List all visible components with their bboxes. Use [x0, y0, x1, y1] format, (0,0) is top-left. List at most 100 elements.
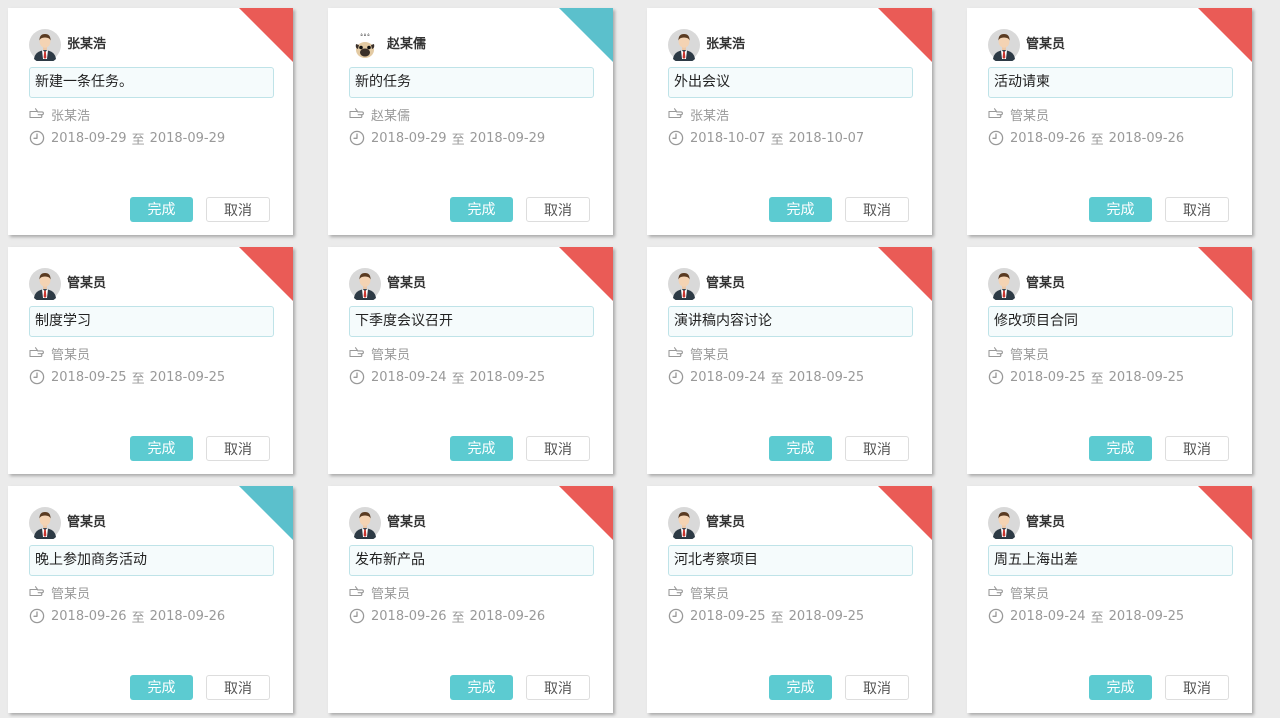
priority-corner-flag [239, 8, 293, 62]
task-owner-name: 管某员 [1026, 515, 1066, 530]
date-separator: 至 [770, 610, 784, 626]
start-date: 2018-09-24 [1010, 608, 1086, 624]
date-separator: 至 [1090, 371, 1104, 387]
complete-button[interactable]: 完成 [450, 675, 513, 700]
task-owner-name: 管某员 [387, 276, 427, 291]
complete-button[interactable]: 完成 [1089, 675, 1152, 700]
cancel-button[interactable]: 取消 [845, 197, 909, 222]
end-date: 2018-10-07 [788, 130, 865, 146]
pug-avatar-icon: ۵ ۵ ۵ [349, 29, 381, 61]
assignee-row: 张某浩 [29, 106, 90, 124]
cancel-button[interactable]: 取消 [206, 197, 270, 222]
hand-pointer-icon [29, 586, 44, 597]
date-range-row: 2018-09-26 至 2018-09-26 [988, 130, 1184, 148]
date-separator: 至 [131, 610, 145, 626]
date-range-row: 2018-09-25 至 2018-09-25 [29, 369, 225, 387]
task-card[interactable]: 管某员 下季度会议召开 管某员 2018-09-24 至 2018-09-25 … [328, 247, 613, 474]
cancel-button[interactable]: 取消 [1165, 436, 1229, 461]
task-title[interactable]: 新的任务 [349, 67, 594, 98]
task-owner-name: 管某员 [706, 515, 746, 530]
cancel-button[interactable]: 取消 [526, 197, 590, 222]
task-card[interactable]: 管某员 周五上海出差 管某员 2018-09-24 至 2018-09-25 完… [967, 486, 1252, 713]
cancel-button[interactable]: 取消 [206, 436, 270, 461]
priority-corner-flag [239, 247, 293, 301]
complete-button[interactable]: 完成 [769, 197, 832, 222]
task-title[interactable]: 下季度会议召开 [349, 306, 594, 337]
assignee-name: 管某员 [690, 586, 730, 602]
complete-button[interactable]: 完成 [450, 436, 513, 461]
complete-button[interactable]: 完成 [1089, 436, 1152, 461]
end-date: 2018-09-25 [1108, 369, 1185, 385]
task-card[interactable]: 管某员 河北考察项目 管某员 2018-09-25 至 2018-09-25 完… [647, 486, 932, 713]
end-date: 2018-09-26 [469, 608, 546, 624]
man-avatar-icon [988, 507, 1020, 539]
cancel-button[interactable]: 取消 [1165, 197, 1229, 222]
task-title[interactable]: 周五上海出差 [988, 545, 1233, 576]
task-board: 张某浩 新建一条任务。 张某浩 2018-09-29 至 2018-09-29 … [0, 0, 1280, 718]
priority-corner-flag [559, 486, 613, 540]
priority-corner-flag [878, 486, 932, 540]
hand-pointer-icon [29, 347, 44, 358]
task-card[interactable]: 管某员 制度学习 管某员 2018-09-25 至 2018-09-25 完成 … [8, 247, 293, 474]
task-title[interactable]: 发布新产品 [349, 545, 594, 576]
cancel-button[interactable]: 取消 [526, 436, 590, 461]
assignee-name: 管某员 [690, 347, 730, 363]
cancel-button[interactable]: 取消 [206, 675, 270, 700]
date-separator: 至 [131, 371, 145, 387]
end-date: 2018-09-29 [469, 130, 546, 146]
complete-button[interactable]: 完成 [450, 197, 513, 222]
clock-icon [29, 369, 45, 385]
task-card[interactable]: 管某员 演讲稿内容讨论 管某员 2018-09-24 至 2018-09-25 … [647, 247, 932, 474]
task-owner-name: 管某员 [67, 276, 107, 291]
task-title[interactable]: 晚上参加商务活动 [29, 545, 274, 576]
complete-button[interactable]: 完成 [130, 197, 193, 222]
date-separator: 至 [451, 610, 465, 626]
task-owner-name: 张某浩 [67, 37, 107, 52]
assignee-row: 管某员 [988, 345, 1049, 363]
assignee-name: 管某员 [371, 586, 411, 602]
task-card[interactable]: 张某浩 外出会议 张某浩 2018-10-07 至 2018-10-07 完成 … [647, 8, 932, 235]
hand-pointer-icon [668, 108, 683, 119]
start-date: 2018-09-26 [1010, 130, 1086, 146]
hand-pointer-icon [29, 108, 44, 119]
complete-button[interactable]: 完成 [1089, 197, 1152, 222]
clock-icon [29, 130, 45, 146]
task-owner-name: 赵某儒 [387, 37, 427, 52]
hand-pointer-icon [349, 347, 364, 358]
task-card[interactable]: 管某员 发布新产品 管某员 2018-09-26 至 2018-09-26 完成… [328, 486, 613, 713]
cancel-button[interactable]: 取消 [526, 675, 590, 700]
task-title[interactable]: 外出会议 [668, 67, 913, 98]
cancel-button[interactable]: 取消 [845, 436, 909, 461]
man-avatar-icon [668, 507, 700, 539]
task-card[interactable]: ۵ ۵ ۵ 赵某儒 新的任务 赵某儒 2018-09-29 至 2018-09-… [328, 8, 613, 235]
start-date: 2018-09-26 [371, 608, 447, 624]
date-range-row: 2018-09-24 至 2018-09-25 [988, 608, 1184, 626]
task-title[interactable]: 活动请柬 [988, 67, 1233, 98]
hand-pointer-icon [668, 586, 683, 597]
task-card[interactable]: 管某员 晚上参加商务活动 管某员 2018-09-26 至 2018-09-26… [8, 486, 293, 713]
task-title[interactable]: 新建一条任务。 [29, 67, 274, 98]
date-range-row: 2018-09-24 至 2018-09-25 [349, 369, 545, 387]
clock-icon [349, 130, 365, 146]
man-avatar-icon [29, 507, 61, 539]
priority-corner-flag [1198, 247, 1252, 301]
task-owner-name: 管某员 [706, 276, 746, 291]
complete-button[interactable]: 完成 [769, 675, 832, 700]
task-title[interactable]: 演讲稿内容讨论 [668, 306, 913, 337]
task-title[interactable]: 制度学习 [29, 306, 274, 337]
priority-corner-flag [1198, 486, 1252, 540]
hand-pointer-icon [668, 347, 683, 358]
task-title[interactable]: 河北考察项目 [668, 545, 913, 576]
task-card[interactable]: 张某浩 新建一条任务。 张某浩 2018-09-29 至 2018-09-29 … [8, 8, 293, 235]
start-date: 2018-09-29 [51, 130, 127, 146]
cancel-button[interactable]: 取消 [845, 675, 909, 700]
complete-button[interactable]: 完成 [130, 436, 193, 461]
cancel-button[interactable]: 取消 [1165, 675, 1229, 700]
task-card[interactable]: 管某员 修改项目合同 管某员 2018-09-25 至 2018-09-25 完… [967, 247, 1252, 474]
complete-button[interactable]: 完成 [130, 675, 193, 700]
task-title[interactable]: 修改项目合同 [988, 306, 1233, 337]
complete-button[interactable]: 完成 [769, 436, 832, 461]
clock-icon [29, 608, 45, 624]
priority-corner-flag [239, 486, 293, 540]
task-card[interactable]: 管某员 活动请柬 管某员 2018-09-26 至 2018-09-26 完成 … [967, 8, 1252, 235]
